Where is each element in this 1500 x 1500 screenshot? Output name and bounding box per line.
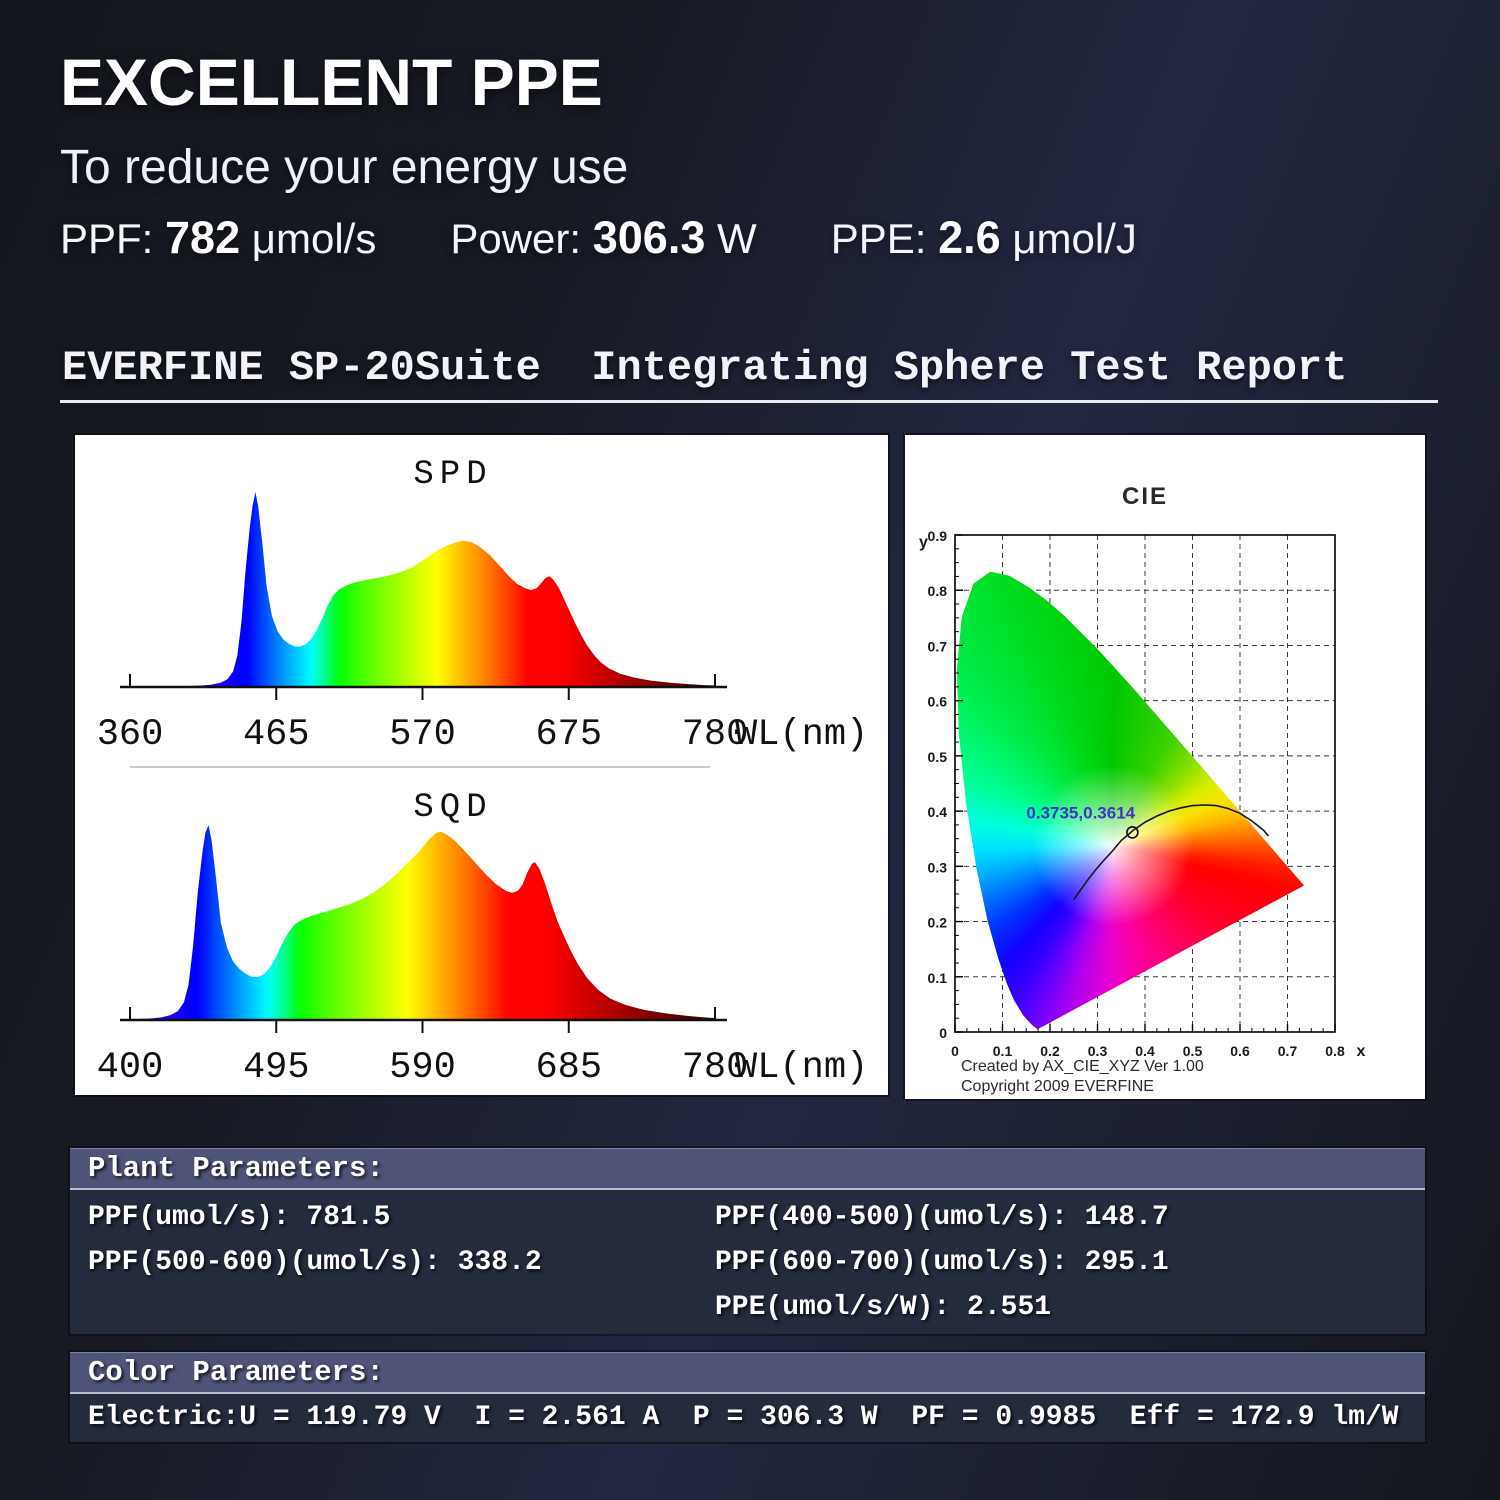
page-subtitle: To reduce your energy use [60, 140, 628, 195]
svg-text:0.6: 0.6 [928, 694, 948, 710]
param-ppf-total: PPF(umol/s): 781.5 [88, 1202, 542, 1234]
svg-text:590: 590 [389, 1047, 456, 1089]
stat-power: Power: 306.3 W [450, 212, 756, 264]
svg-text:SQD: SQD [413, 789, 492, 827]
stat-ppf-unit: μmol/s [252, 215, 377, 262]
chromaticity-point-marker [1127, 827, 1138, 838]
stat-ppe-unit: μmol/J [1012, 215, 1137, 262]
color-parameters-header: Color Parameters: [70, 1352, 1425, 1394]
svg-text:0.1: 0.1 [928, 970, 948, 986]
stats-row: PPF: 782 μmol/s Power: 306.3 W PPE: 2.6 … [60, 212, 1137, 264]
plant-parameters-header-label: Plant Parameters: [88, 1152, 384, 1185]
svg-text:570: 570 [389, 714, 456, 756]
cie-axes: 00.10.20.30.40.50.60.70.800.10.20.30.40.… [919, 528, 1366, 1060]
report-title: EVERFINE SP-20Suite Integrating Sphere T… [62, 344, 1347, 392]
param-ppf-400-500: PPF(400-500)(umol/s): 148.7 [715, 1202, 1169, 1234]
svg-text:0.4: 0.4 [928, 804, 948, 820]
cie-plot-border [955, 535, 1335, 1032]
svg-text:0.9: 0.9 [928, 528, 948, 544]
svg-text:y: y [919, 534, 928, 551]
svg-text:WL(nm): WL(nm) [735, 714, 868, 756]
stat-power-label: Power: [450, 215, 581, 262]
plant-parameters-right-column: PPF(400-500)(umol/s): 148.7 PPF(600-700)… [715, 1202, 1169, 1337]
svg-text:0.2: 0.2 [928, 915, 948, 931]
stat-power-unit: W [717, 215, 757, 262]
svg-text:0.8: 0.8 [928, 583, 948, 599]
plant-parameters-header: Plant Parameters: [70, 1148, 1425, 1190]
svg-text:0.6: 0.6 [1230, 1043, 1250, 1059]
color-parameters-header-label: Color Parameters: [88, 1356, 384, 1389]
svg-text:0.5: 0.5 [928, 749, 948, 765]
stat-ppe: PPE: 2.6 μmol/J [831, 212, 1137, 264]
svg-text:495: 495 [243, 1047, 310, 1089]
stat-ppf-value: 782 [165, 212, 240, 263]
svg-text:0.7: 0.7 [1278, 1043, 1298, 1059]
svg-text:0.7: 0.7 [928, 638, 948, 654]
color-parameters-panel: Color Parameters: Electric:U = 119.79 V … [70, 1352, 1425, 1442]
param-electric: Electric:U = 119.79 V I = 2.561 A P = 30… [88, 1402, 1399, 1434]
report-underline [60, 400, 1438, 403]
svg-text:685: 685 [535, 1047, 602, 1089]
param-ppf-600-700: PPF(600-700)(umol/s): 295.1 [715, 1247, 1169, 1279]
cie-footer-line1: Created by AX_CIE_XYZ Ver 1.00 [961, 1057, 1204, 1077]
param-ppe: PPE(umol/s/W): 2.551 [715, 1292, 1169, 1324]
svg-text:675: 675 [535, 714, 602, 756]
svg-text:0: 0 [939, 1025, 947, 1041]
stat-ppf: PPF: 782 μmol/s [60, 212, 376, 264]
cie-panel: CIE 00.10.20.30.40.50.60.70.800.10.20.30… [905, 435, 1425, 1099]
spd-chart: 360465570675780WL(nm)SPD [75, 437, 888, 762]
svg-text:SPD: SPD [413, 456, 492, 494]
cie-footer-line2: Copyright 2009 EVERFINE [961, 1077, 1204, 1097]
cie-footer: Created by AX_CIE_XYZ Ver 1.00 Copyright… [961, 1057, 1204, 1097]
marketing-page: EXCELLENT PPE To reduce your energy use … [0, 0, 1500, 1500]
stat-power-value: 306.3 [593, 212, 706, 263]
svg-text:WL(nm): WL(nm) [735, 1047, 868, 1089]
chart-divider [130, 766, 710, 768]
svg-text:0.3: 0.3 [928, 859, 948, 875]
stat-ppe-label: PPE: [831, 215, 927, 262]
svg-text:360: 360 [97, 714, 164, 756]
cie-overlay-layer: 00.10.20.30.40.50.60.70.800.10.20.30.40.… [905, 435, 1425, 1099]
param-ppf-500-600: PPF(500-600)(umol/s): 338.2 [88, 1247, 542, 1279]
chromaticity-annotation: 0.3735,0.3614 [1026, 803, 1135, 822]
color-parameters-body: Electric:U = 119.79 V I = 2.561 A P = 30… [70, 1394, 1425, 1442]
spectrum-panel: 360465570675780WL(nm)SPD 400495590685780… [75, 435, 888, 1095]
svg-text:0.8: 0.8 [1325, 1043, 1345, 1059]
svg-text:0: 0 [951, 1043, 959, 1059]
page-title: EXCELLENT PPE [60, 44, 603, 120]
stat-ppf-label: PPF: [60, 215, 153, 262]
svg-text:x: x [1357, 1043, 1366, 1060]
plant-parameters-panel: Plant Parameters: PPF(umol/s): 781.5 PPF… [70, 1148, 1425, 1334]
sqd-chart: 400495590685780WL(nm)SQD [75, 770, 888, 1095]
svg-text:400: 400 [97, 1047, 164, 1089]
plant-parameters-left-column: PPF(umol/s): 781.5 PPF(500-600)(umol/s):… [88, 1202, 542, 1292]
stat-ppe-value: 2.6 [938, 212, 1001, 263]
svg-text:465: 465 [243, 714, 310, 756]
plant-parameters-body: PPF(umol/s): 781.5 PPF(500-600)(umol/s):… [70, 1190, 1425, 1334]
